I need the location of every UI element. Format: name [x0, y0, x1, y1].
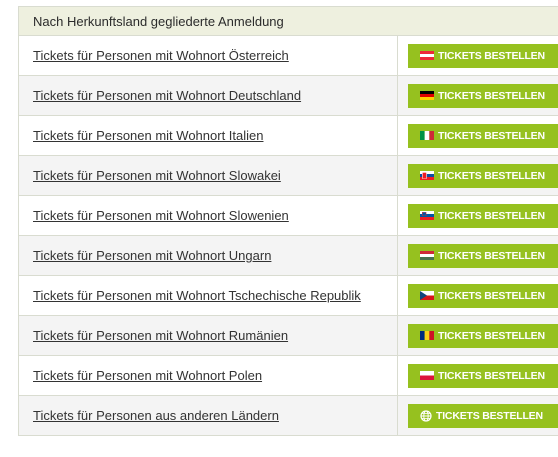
- order-button-other-countries[interactable]: TICKETS BESTELLEN: [408, 403, 558, 428]
- ticket-link-czech-republic[interactable]: Tickets für Personen mit Wohnort Tschech…: [33, 288, 361, 303]
- flag-germany-icon: [420, 91, 434, 100]
- order-button-label: TICKETS BESTELLEN: [438, 129, 545, 142]
- order-button-italy[interactable]: TICKETS BESTELLEN: [408, 123, 558, 148]
- ticket-link-slovakia[interactable]: Tickets für Personen mit Wohnort Slowake…: [33, 168, 281, 183]
- order-button-germany[interactable]: TICKETS BESTELLEN: [408, 83, 558, 108]
- order-button-romania[interactable]: TICKETS BESTELLEN: [408, 323, 558, 348]
- table-row: Tickets für Personen mit Wohnort Ungarn …: [18, 236, 558, 276]
- order-button-label: TICKETS BESTELLEN: [438, 49, 545, 62]
- order-button-label: TICKETS BESTELLEN: [438, 89, 545, 102]
- order-button-hungary[interactable]: TICKETS BESTELLEN: [408, 243, 558, 268]
- table-row: Tickets für Personen mit Wohnort Rumänie…: [18, 316, 558, 356]
- ticket-link-other-countries[interactable]: Tickets für Personen aus anderen Ländern: [33, 408, 279, 423]
- flag-czech-icon: [420, 291, 434, 300]
- order-button-slovakia[interactable]: TICKETS BESTELLEN: [408, 163, 558, 188]
- table-row: Tickets für Personen mit Wohnort Tschech…: [18, 276, 558, 316]
- order-button-poland[interactable]: TICKETS BESTELLEN: [408, 363, 558, 388]
- order-button-label: TICKETS BESTELLEN: [436, 409, 543, 422]
- order-button-slovenia[interactable]: TICKETS BESTELLEN: [408, 203, 558, 228]
- order-button-label: TICKETS BESTELLEN: [438, 289, 545, 302]
- table-row: Tickets für Personen mit Wohnort Österre…: [18, 36, 558, 76]
- ticket-link-poland[interactable]: Tickets für Personen mit Wohnort Polen: [33, 368, 262, 383]
- order-button-label: TICKETS BESTELLEN: [438, 369, 545, 382]
- ticket-link-hungary[interactable]: Tickets für Personen mit Wohnort Ungarn: [33, 248, 271, 263]
- order-button-austria[interactable]: TICKETS BESTELLEN: [408, 43, 558, 68]
- ticket-link-italy[interactable]: Tickets für Personen mit Wohnort Italien: [33, 128, 263, 143]
- order-button-label: TICKETS BESTELLEN: [438, 249, 545, 262]
- table-row: Tickets für Personen mit Wohnort Slowake…: [18, 156, 558, 196]
- ticket-link-austria[interactable]: Tickets für Personen mit Wohnort Österre…: [33, 48, 289, 63]
- table-row: Tickets für Personen aus anderen Ländern…: [18, 396, 558, 436]
- ticket-link-romania[interactable]: Tickets für Personen mit Wohnort Rumänie…: [33, 328, 288, 343]
- flag-poland-icon: [420, 371, 434, 380]
- section-title: Nach Herkunftsland gegliederte Anmeldung: [33, 13, 284, 29]
- flag-italy-icon: [420, 131, 434, 140]
- globe-icon: [420, 409, 432, 422]
- ticket-link-germany[interactable]: Tickets für Personen mit Wohnort Deutsch…: [33, 88, 301, 103]
- flag-austria-icon: [420, 51, 434, 60]
- table-row: Tickets für Personen mit Wohnort Polen T…: [18, 356, 558, 396]
- flag-hungary-icon: [420, 251, 434, 260]
- order-button-label: TICKETS BESTELLEN: [438, 209, 545, 222]
- flag-slovakia-icon: [420, 171, 434, 180]
- country-registration-table: Nach Herkunftsland gegliederte Anmeldung…: [18, 6, 558, 436]
- flag-romania-icon: [420, 331, 434, 340]
- order-button-czech-republic[interactable]: TICKETS BESTELLEN: [408, 283, 558, 308]
- table-row: Tickets für Personen mit Wohnort Deutsch…: [18, 76, 558, 116]
- order-button-label: TICKETS BESTELLEN: [438, 329, 545, 342]
- ticket-link-slovenia[interactable]: Tickets für Personen mit Wohnort Sloweni…: [33, 208, 289, 223]
- table-row: Tickets für Personen mit Wohnort Sloweni…: [18, 196, 558, 236]
- table-header: Nach Herkunftsland gegliederte Anmeldung: [18, 7, 558, 36]
- flag-slovenia-icon: [420, 211, 434, 220]
- table-row: Tickets für Personen mit Wohnort Italien…: [18, 116, 558, 156]
- order-button-label: TICKETS BESTELLEN: [438, 169, 545, 182]
